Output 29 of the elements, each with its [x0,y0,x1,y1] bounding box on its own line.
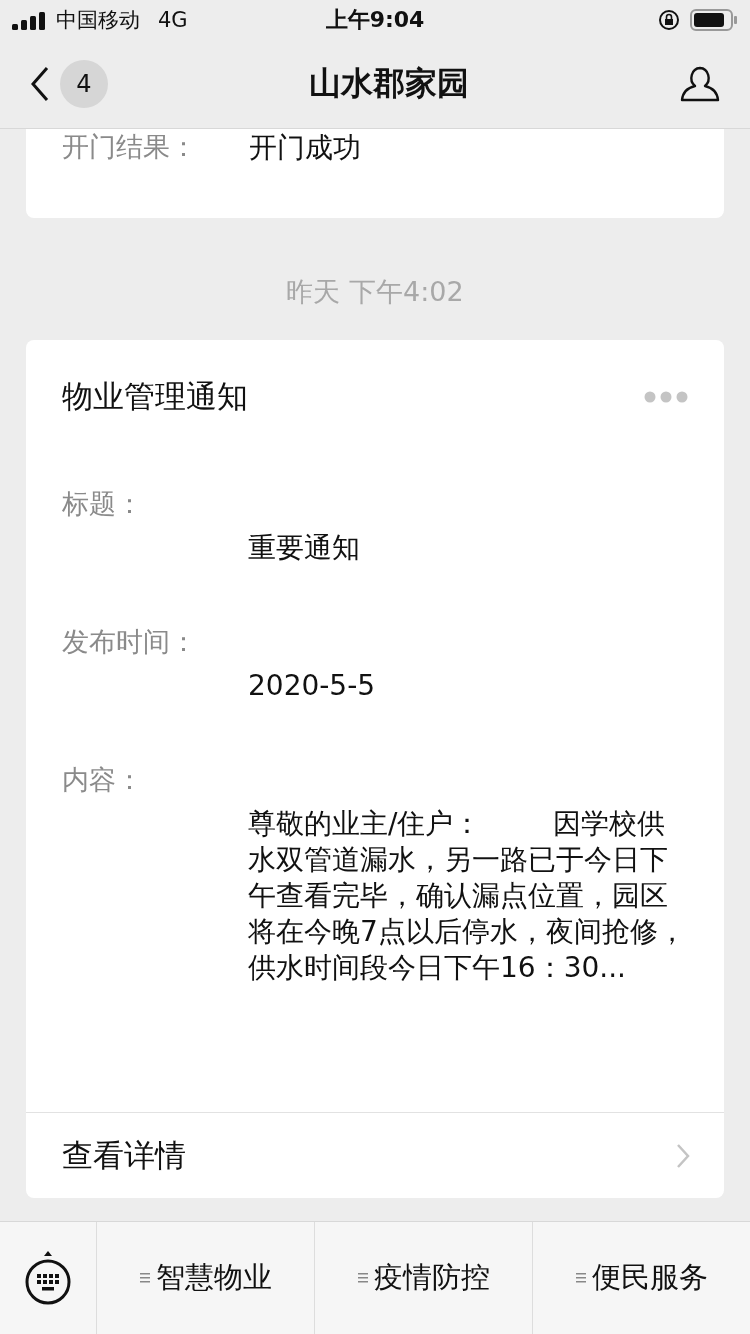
field-value: 2020-5-5 [248,668,377,704]
back-icon[interactable] [30,66,50,102]
unread-count: 4 [60,60,108,108]
chat-title: 山水郡家园 [308,63,470,104]
field-label: 标题： [62,487,144,521]
menu-icon [139,1272,150,1284]
field-value: 开门成功 [249,130,361,166]
field-label: 开门结果： [62,130,197,164]
field-value: 重要通知 [248,530,361,566]
battery-icon [690,8,738,32]
card-title: 物业管理通知 [62,377,248,416]
message-time: 昨天 下午4:02 [286,275,464,309]
network-type: 4G [158,8,188,32]
menu-icon [575,1272,586,1284]
carrier-name: 中国移动 [56,7,140,34]
menu-icon [357,1272,368,1284]
details-link[interactable]: 查看详情 [26,1112,724,1198]
menu-item[interactable]: 智慧物业 [97,1222,315,1334]
person-icon[interactable] [680,65,720,103]
field-value: 尊敬的业主/住户： 因学校供水双管道漏水，另一路已于今日下午查看完毕，确认漏点位置，园区将在今晚7点以后停水，夜间抢修，供水时间段今日下午16：30... [248,806,687,986]
signal-icon [12,10,48,30]
menu-item[interactable]: 便民服务 [533,1222,750,1334]
chevron-right-icon [676,1142,690,1169]
keyboard-icon [24,1250,72,1306]
rotation-lock-icon [658,9,680,31]
menu-item[interactable]: 疫情防控 [315,1222,533,1334]
clock-time: 上午9:04 [325,6,425,34]
field-label: 内容： [62,763,144,797]
field-label: 发布时间： [62,625,198,659]
